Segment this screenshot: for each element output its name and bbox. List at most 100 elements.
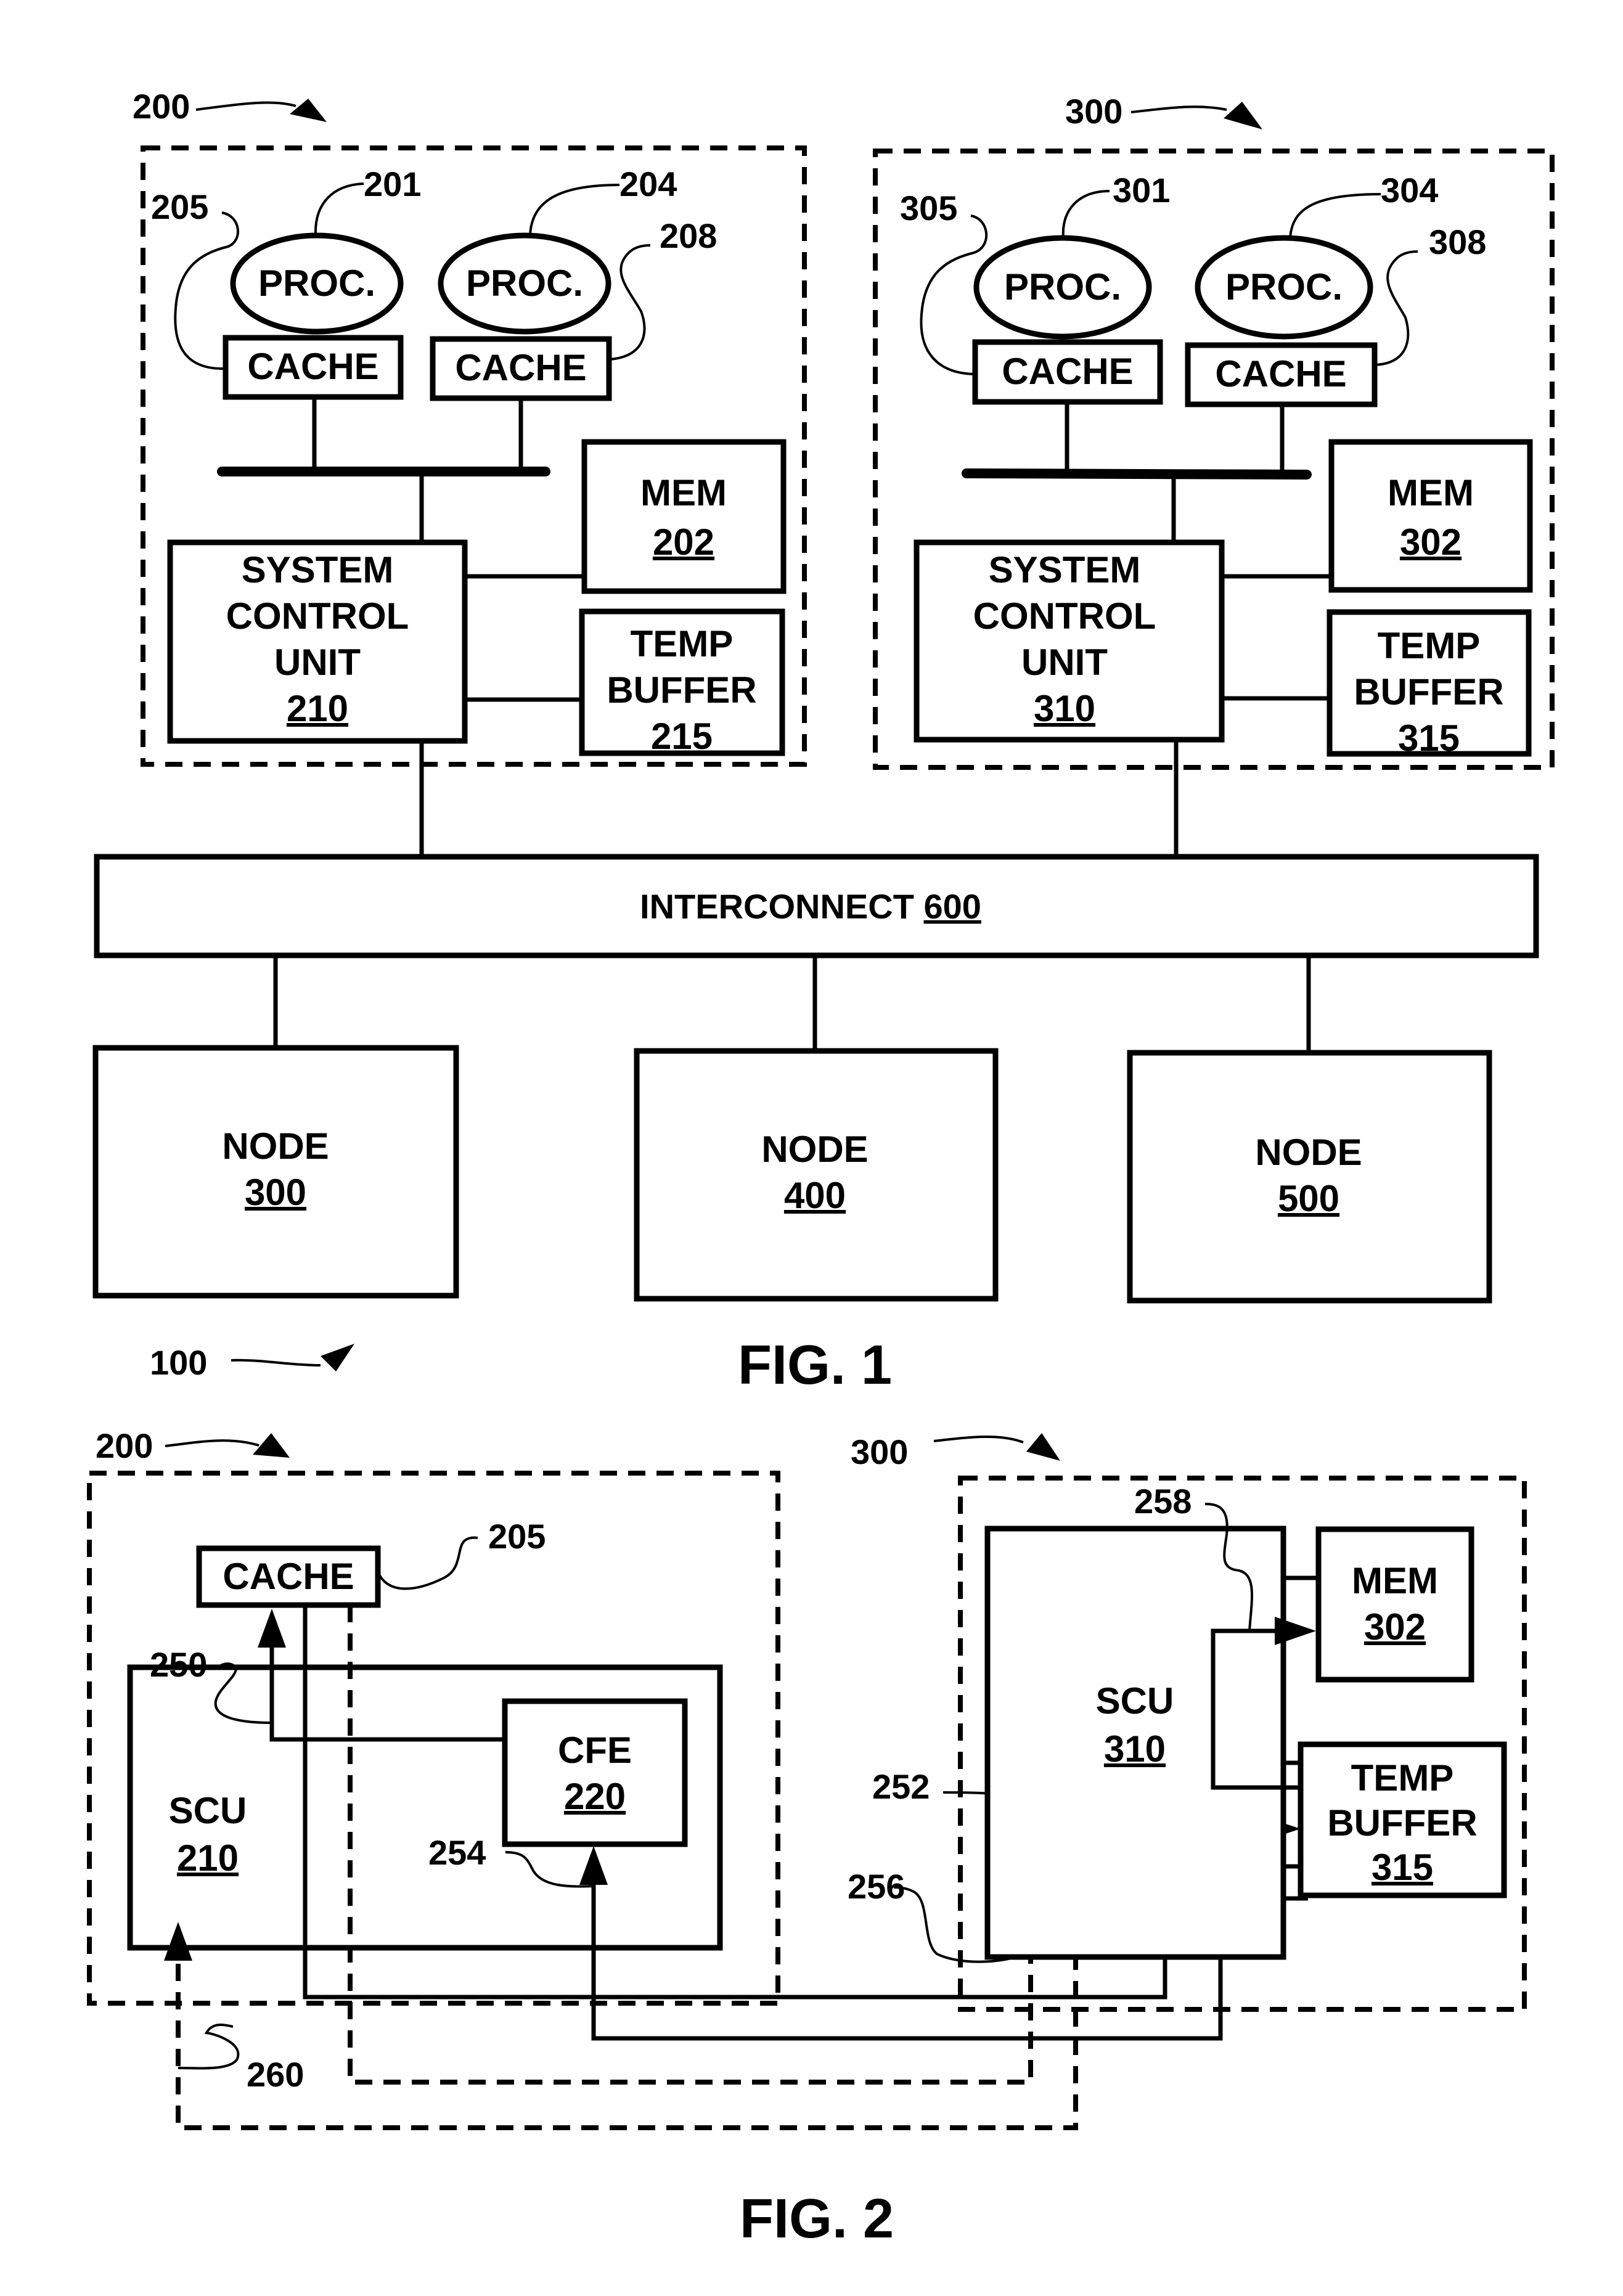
fig2-cfe-220	[502, 1698, 688, 1847]
node-500-rect	[1127, 1050, 1492, 1304]
interconnect-label-text: INTERCONNECT	[640, 887, 914, 926]
mem-202-ref: 202	[653, 521, 714, 563]
system-100-ref: 100	[150, 1343, 207, 1382]
fig2-mem-ref: 302	[1364, 1606, 1426, 1648]
scu-210-ref: 210	[287, 688, 348, 729]
scu-310-line2: CONTROL	[973, 595, 1156, 637]
fig2-temp-buffer-ref: 315	[1372, 1847, 1433, 1888]
fig2-cache-ref: 205	[488, 1517, 546, 1556]
node-300-ref: 300	[1065, 92, 1122, 131]
cache-205-ref: 205	[151, 187, 208, 226]
cache-208-ref: 208	[660, 216, 717, 255]
temp-buffer-315-line2: BUFFER	[1354, 671, 1503, 713]
fig2-cache-leader	[377, 1536, 478, 1590]
fig2-node-300-ref: 300	[851, 1432, 908, 1471]
fig2-mem-label: MEM	[1352, 1560, 1438, 1601]
path-250-ref: 250	[150, 1645, 207, 1684]
proc-204-leader	[529, 184, 620, 236]
fig2-scu-310-ref: 310	[1104, 1728, 1166, 1770]
fig2-scu-310-label: SCU	[1096, 1680, 1174, 1722]
node-400-box: NODE 400	[634, 1048, 999, 1302]
processor-bus-300	[962, 468, 1312, 480]
cache-308-ref: 308	[1429, 223, 1486, 261]
node-400-num: 400	[784, 1175, 846, 1216]
interconnect-600: INTERCONNECT 600	[94, 854, 1539, 958]
cache-305-label: CACHE	[1002, 351, 1133, 392]
temp-buffer-215-line1: TEMP	[631, 623, 734, 664]
temp-buffer-215-ref: 215	[651, 716, 713, 757]
cache-305-ref: 305	[900, 189, 957, 227]
interconnect-ref: 600	[924, 887, 981, 926]
fig2-node-300-arrow-icon	[1026, 1433, 1060, 1461]
path-252-ref: 252	[872, 1767, 930, 1806]
fig2-node-300-leader	[933, 1436, 1024, 1444]
node-300-arrow-icon	[1224, 102, 1262, 129]
fig2: 200 SCU 210 CFE 220 CACHE 205 250 252 25…	[87, 1426, 1527, 2250]
proc-201-leader	[314, 182, 364, 236]
path-258-arrow-icon	[1275, 1617, 1316, 1645]
path-256-ref: 256	[848, 1867, 905, 1906]
scu-210-line2: CONTROL	[226, 595, 409, 637]
cache-308-label: CACHE	[1215, 353, 1346, 394]
node-500-box: NODE 500	[1127, 1050, 1492, 1304]
proc-304-ref: 304	[1381, 171, 1438, 210]
fig2-cfe-ref: 220	[564, 1776, 626, 1817]
temp-buffer-315-ref: 315	[1398, 717, 1460, 759]
proc-301-label: PROC.	[1004, 266, 1121, 308]
path-260-leader	[178, 2024, 240, 2070]
path-258-ref: 258	[1134, 1482, 1192, 1521]
node-400-label: NODE	[761, 1129, 868, 1170]
proc-304-leader	[1289, 193, 1381, 239]
proc-201-ref: 201	[364, 165, 421, 203]
fig1-node-200: 200 PROC. 201 PROC. 204 CACHE 205 CACHE …	[133, 87, 807, 856]
mem-202-label: MEM	[640, 472, 727, 513]
interconnect-label: INTERCONNECT 600	[640, 887, 981, 926]
scu-210-line3: UNIT	[274, 642, 361, 683]
fig2-temp-buffer-line2: BUFFER	[1327, 1802, 1477, 1844]
node-300-num: 300	[245, 1172, 306, 1213]
node-500-num: 500	[1278, 1178, 1339, 1219]
proc-201-label: PROC.	[258, 263, 375, 304]
fig1: 200 PROC. 201 PROC. 204 CACHE 205 CACHE …	[92, 87, 1555, 1396]
mem-302-label: MEM	[1388, 472, 1474, 513]
scu-310-line1: SYSTEM	[989, 549, 1141, 590]
temp-buffer-215-line2: BUFFER	[607, 669, 756, 711]
system-100-leader	[231, 1358, 321, 1367]
fig2-cfe-label: CFE	[558, 1730, 632, 1771]
scu-310-ref: 310	[1034, 688, 1095, 729]
node-200-ref-leader	[195, 101, 296, 111]
proc-301-ref: 301	[1113, 171, 1170, 210]
node-300-ref-leader	[1130, 105, 1227, 113]
proc-204-label: PROC.	[466, 263, 583, 304]
path-260-ref: 260	[247, 2055, 304, 2094]
fig2-node-200-leader	[165, 1439, 260, 1447]
patent-drawing: 200 PROC. 201 PROC. 204 CACHE 205 CACHE …	[87, 87, 1555, 2250]
node-300-label: NODE	[222, 1126, 329, 1167]
cache-308-leader	[1374, 250, 1418, 366]
proc-204-ref: 204	[619, 165, 677, 203]
mem-302-ref: 302	[1400, 521, 1462, 563]
fig1-node-300: 300 PROC. 301 PROC. 304 CACHE 305 CACHE …	[873, 92, 1555, 856]
fig2-temp-buffer-line1: TEMP	[1351, 1757, 1454, 1799]
proc-301-leader	[1061, 190, 1110, 239]
node-200-arrow-icon	[290, 99, 327, 122]
system-100-arrow-icon	[321, 1344, 354, 1371]
node-200-ref: 200	[133, 87, 190, 126]
proc-304-label: PROC.	[1225, 266, 1343, 308]
fig1-caption: FIG. 1	[738, 1334, 892, 1396]
cache-205-label: CACHE	[247, 346, 378, 387]
fig2-scu-210-ref: 210	[177, 1837, 239, 1879]
node-300-box: NODE 300	[92, 1045, 459, 1299]
cache-208-leader	[608, 244, 651, 361]
fig2-mem-302	[1315, 1526, 1474, 1683]
scu-310-line3: UNIT	[1021, 642, 1108, 683]
fig2-cache-label: CACHE	[223, 1556, 354, 1597]
fig2-caption: FIG. 2	[740, 2188, 894, 2250]
mem-302	[1328, 439, 1533, 593]
temp-buffer-315-line1: TEMP	[1378, 625, 1481, 666]
path-254-ref: 254	[428, 1833, 486, 1872]
fig2-node-200-ref: 200	[96, 1426, 153, 1465]
node-500-label: NODE	[1255, 1132, 1362, 1173]
mem-202	[581, 439, 787, 594]
path-250-arrow-icon	[258, 1609, 286, 1648]
